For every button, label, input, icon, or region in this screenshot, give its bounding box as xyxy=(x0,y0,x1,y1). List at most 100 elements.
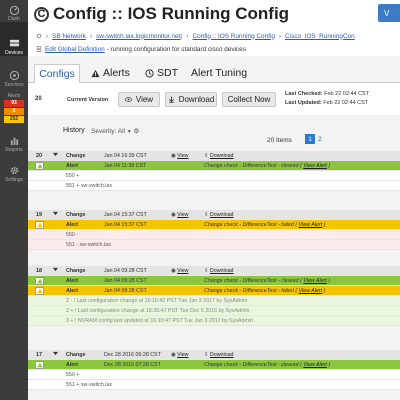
change-date: Jan 04 09:28 CST xyxy=(104,267,147,274)
last-updated-label: Last Updated: xyxy=(285,100,322,106)
tab-bar: Configs Alerts SDT Alert Tuning xyxy=(28,56,400,83)
caret-down-icon[interactable] xyxy=(53,351,58,358)
download-link[interactable]: ⇩ Download xyxy=(204,153,233,159)
view-link[interactable]: ◉ View xyxy=(171,268,188,274)
change-row[interactable]: 18 Change Jan 04 09:28 CST ◉ View ⇩ Down… xyxy=(28,266,400,276)
breadcrumb-network[interactable]: SB Network xyxy=(52,33,86,40)
warning-alert-count[interactable]: 252 xyxy=(4,116,24,123)
alert-message: Change check - DifferenceTest - cleared … xyxy=(204,361,331,368)
diff-line-text: 3 + ! NVRAM config last updated at 16:10… xyxy=(66,317,254,324)
gear-icon[interactable]: ⚙ xyxy=(134,128,140,135)
current-version-number: 20 xyxy=(35,96,42,102)
download-link-text[interactable]: Download xyxy=(210,212,234,218)
download-button[interactable]: Download xyxy=(165,92,217,107)
diff-line-text: 551 + sw-switch.lax xyxy=(66,182,113,189)
history-entry: 19 Change Jan 04 15:37 CST ◉ View ⇩ Down… xyxy=(28,210,400,250)
alert-row[interactable]: Alert Dec 28 2016 07:28 CST Change check… xyxy=(28,360,400,370)
diff-line: 550 + xyxy=(28,171,400,181)
tab-sdt[interactable]: SDT xyxy=(140,64,183,82)
sidebar: Dash Devices Services Alerts 93 5 252 Re… xyxy=(0,0,28,400)
download-link-text[interactable]: Download xyxy=(210,268,234,274)
severity-filter[interactable]: Severity: All ▼ ⚙ xyxy=(91,127,139,135)
tab-alerts[interactable]: Alerts xyxy=(86,64,135,82)
edit-global-definition-link[interactable]: Edit Global Definition xyxy=(45,46,105,53)
download-icon xyxy=(168,96,174,103)
view-link-text[interactable]: View xyxy=(177,268,188,274)
view-alert-link[interactable]: View Alert xyxy=(303,163,327,169)
view-button[interactable]: View xyxy=(118,92,160,107)
history-label: History xyxy=(63,127,85,134)
diff-line-text: 550 - xyxy=(66,231,79,238)
diff-line: 550 - xyxy=(28,230,400,240)
alert-type: Alert xyxy=(66,221,79,228)
change-row[interactable]: 17 Change Dec 28 2016 06:28 CST ◉ View ⇩… xyxy=(28,350,400,360)
alert-row[interactable]: Alert Jan 04 08:28 CST Change check - Di… xyxy=(28,286,400,296)
alert-date: Dec 28 2016 07:28 CST xyxy=(104,361,161,368)
sidebar-item-services[interactable]: Services xyxy=(0,56,28,88)
change-date: Dec 28 2016 06:28 CST xyxy=(104,351,161,358)
last-updated: Last Updated: Feb 22 02:44 CST xyxy=(285,100,368,106)
sidebar-item-settings[interactable]: Settings xyxy=(0,153,28,183)
view-alert-link[interactable]: View Alert xyxy=(303,278,327,284)
view-link-text[interactable]: View xyxy=(177,153,188,159)
change-row[interactable]: 20 Change Jan 04 16:39 CST ◉ View ⇩ Down… xyxy=(28,151,400,161)
view-link[interactable]: ◉ View xyxy=(171,352,188,358)
breadcrumb-device[interactable]: sw-switch.lax.logicmonitor.net( xyxy=(96,33,182,40)
breadcrumb-instance[interactable]: Cisco_IOS_RunningCon xyxy=(285,33,355,40)
alert-message: Change check - DifferenceTest - failed (… xyxy=(204,287,326,294)
collect-now-button[interactable]: Collect Now xyxy=(222,92,276,107)
page-header: C Config :: IOS Running Config V xyxy=(28,0,400,30)
error-alert-count[interactable]: 5 xyxy=(4,108,24,115)
tab-alert-tuning[interactable]: Alert Tuning xyxy=(186,64,252,82)
change-date: Jan 04 15:37 CST xyxy=(104,211,147,218)
reports-icon xyxy=(10,137,18,146)
download-link-text[interactable]: Download xyxy=(210,352,234,358)
devices-icon xyxy=(9,39,19,47)
caret-down-icon[interactable] xyxy=(53,267,58,274)
tab-configs[interactable]: Configs xyxy=(34,64,80,83)
current-version-toolbar: 20 Current Version View Download Collect… xyxy=(28,83,400,115)
diff-line: 2 - ! Last configuration change at 16:10… xyxy=(28,296,400,306)
breadcrumb: › SB Network › sw-switch.lax.logicmonito… xyxy=(28,30,400,42)
sidebar-item-reports[interactable]: Reports xyxy=(0,123,28,153)
diff-line: 551 + sw-switch.lax xyxy=(28,380,400,390)
page-2-button[interactable]: 2 xyxy=(318,136,322,143)
sidebar-item-alerts[interactable]: Alerts 93 5 252 xyxy=(0,88,28,123)
entry-number: 17 xyxy=(36,351,43,358)
view-link[interactable]: ◉ View xyxy=(171,153,188,159)
view-alert-link[interactable]: View Alert xyxy=(303,362,327,368)
sidebar-item-dash[interactable]: Dash xyxy=(0,0,28,22)
chevron-right-icon: › xyxy=(46,32,49,40)
sidebar-item-label: Settings xyxy=(4,177,24,183)
view-button-label: View xyxy=(135,95,154,104)
change-row[interactable]: 19 Change Jan 04 15:37 CST ◉ View ⇩ Down… xyxy=(28,210,400,220)
view-link-text[interactable]: View xyxy=(177,352,188,358)
diff-line: 550 + xyxy=(28,370,400,380)
sidebar-item-devices[interactable]: Devices xyxy=(0,22,28,56)
download-link[interactable]: ⇩ Download xyxy=(204,268,233,274)
config-icon: C xyxy=(34,6,49,22)
diff-line-text: 550 + xyxy=(66,172,80,179)
alert-row[interactable]: Alert Jan 04 11:39 CST Change check - Di… xyxy=(28,161,400,171)
sidebar-item-label: Dash xyxy=(8,16,20,22)
alert-row[interactable]: Alert Jan 04 15:37 CST Change check - Di… xyxy=(28,220,400,230)
view-link-text[interactable]: View xyxy=(177,212,188,218)
alert-message: Change check - DifferenceTest - failed (… xyxy=(204,221,326,228)
breadcrumb-datasource[interactable]: Config :: IOS Running Config xyxy=(192,33,274,40)
download-link[interactable]: ⇩ Download xyxy=(204,352,233,358)
caret-down-icon[interactable] xyxy=(53,152,58,159)
items-count: 20 Items xyxy=(267,137,292,144)
page-1-button[interactable]: 1 xyxy=(305,134,315,144)
view-link[interactable]: ◉ View xyxy=(171,212,188,218)
caret-down-icon[interactable] xyxy=(53,211,58,218)
alert-message-text: Change check - DifferenceTest - cleared xyxy=(204,361,299,368)
download-link-text[interactable]: Download xyxy=(210,153,234,159)
download-link[interactable]: ⇩ Download xyxy=(204,212,233,218)
corner-action-button[interactable]: V xyxy=(378,4,400,22)
diff-line: 2 + ! Last configuration change at 15:20… xyxy=(28,306,400,316)
alert-row[interactable]: Alert Jan 04 09:28 CST Change check - Di… xyxy=(28,276,400,286)
view-alert-link[interactable]: View Alert xyxy=(299,288,323,294)
view-alert-link[interactable]: View Alert xyxy=(299,222,323,228)
critical-alert-count[interactable]: 93 xyxy=(4,100,24,107)
alert-type: Alert xyxy=(66,277,79,284)
